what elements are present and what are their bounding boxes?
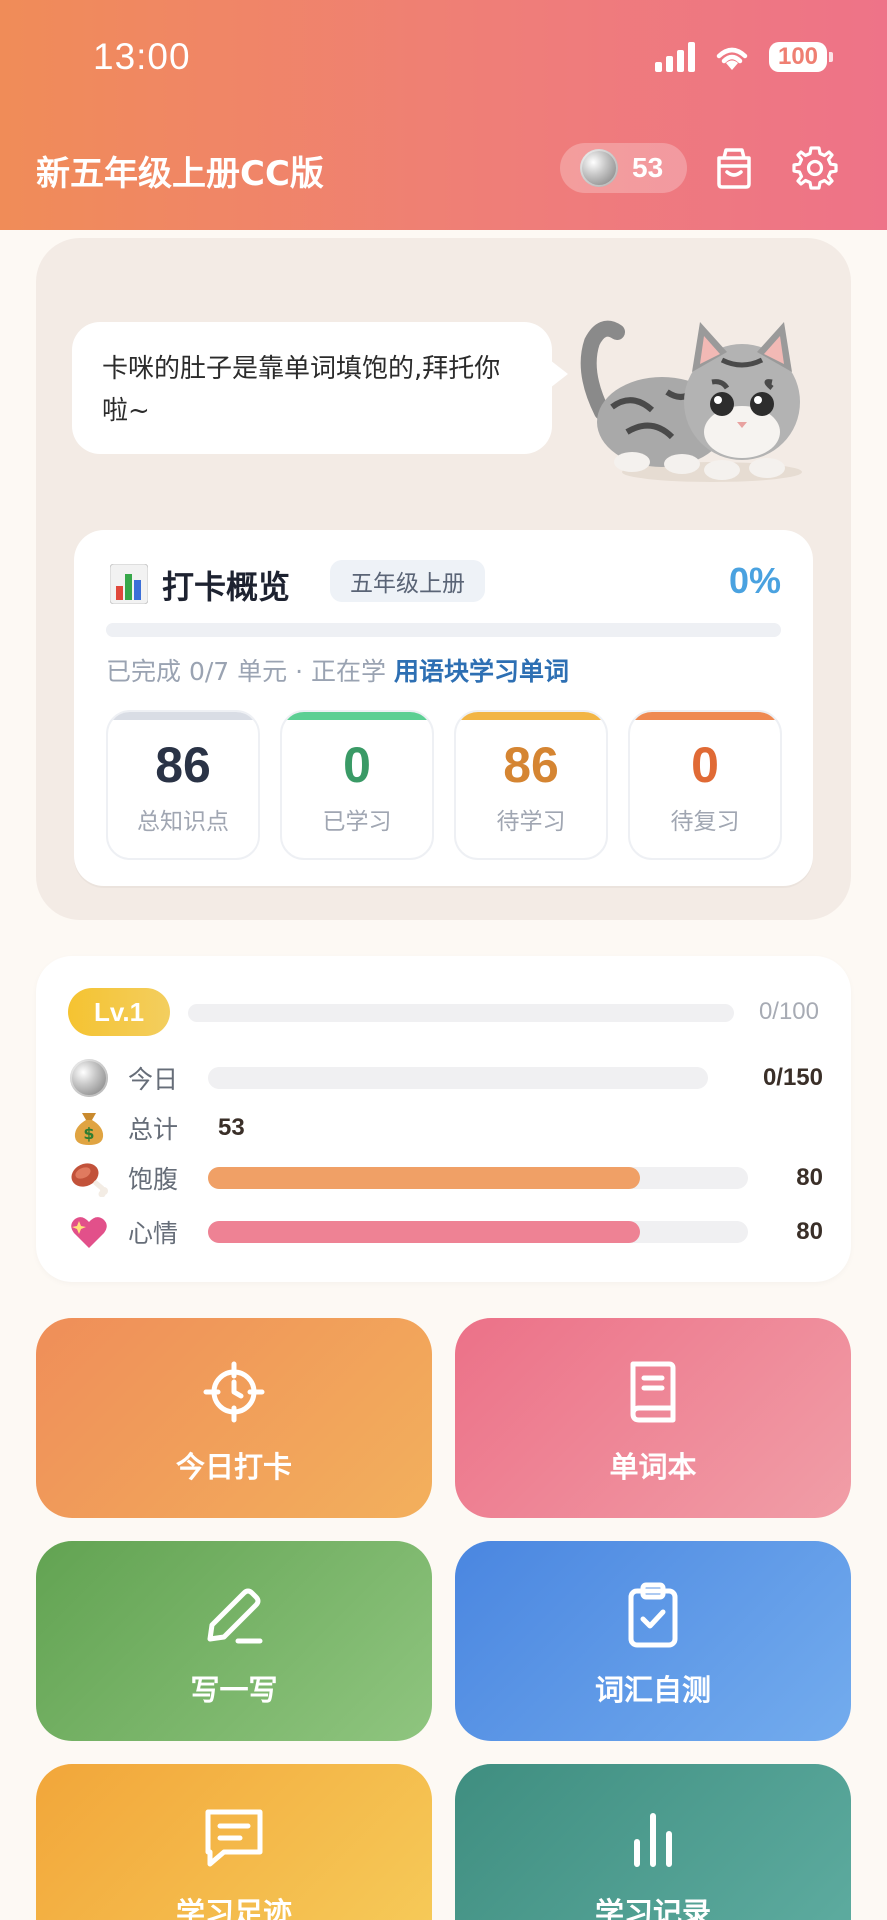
stat-learned[interactable]: 0 已学习	[280, 710, 434, 860]
app-title[interactable]: 新五年级上册CC版	[36, 146, 324, 195]
stat-label: 总知识点	[137, 809, 229, 835]
fullness-row: 饱腹 80	[68, 1154, 823, 1202]
tile-label: 词汇自测	[594, 1673, 711, 1707]
checkin-progress-bar	[106, 623, 781, 637]
pet-card: 卡咪的肚子是靠单词填饱的,拜托你啦~ 打卡概览 五年级上册 0% 已完成 0/7…	[36, 238, 851, 920]
stat-topbar	[456, 712, 606, 720]
mood-row: 心情 80	[68, 1208, 823, 1256]
tile-label: 单词本	[609, 1450, 697, 1484]
stat-topbar	[630, 712, 780, 720]
wordbook-button[interactable]: 单词本	[455, 1318, 851, 1518]
app-header: 13:00 100 新五年级上册CC版 53	[0, 0, 887, 230]
stat-label: 已学习	[322, 809, 392, 835]
bar-chart-icon	[634, 1813, 672, 1867]
row-label: 总计	[128, 1115, 179, 1144]
level-exp-bar	[188, 1004, 734, 1022]
row-label: 心情	[128, 1219, 179, 1248]
stat-value: 0	[691, 737, 719, 793]
row-value: 53	[218, 1114, 245, 1141]
stat-total[interactable]: 86 总知识点	[106, 710, 260, 860]
progress-summary: 已完成 0/7 单元 · 正在学	[106, 657, 386, 686]
row-value: 80	[796, 1164, 823, 1191]
shop-bag-icon[interactable]	[710, 144, 758, 192]
coin-count: 53	[632, 152, 664, 183]
learning-footprint-button[interactable]: 学习足迹	[36, 1764, 432, 1920]
status-time: 13:00	[93, 36, 191, 77]
daily-checkin-button[interactable]: 今日打卡	[36, 1318, 432, 1518]
stat-label: 待学习	[496, 809, 566, 835]
message-icon	[205, 1809, 263, 1867]
checkin-overview-card[interactable]: 打卡概览 五年级上册 0% 已完成 0/7 单元 · 正在学 用语块学习单词 8…	[74, 530, 813, 886]
level-exp-value: 0/100	[758, 998, 819, 1025]
stat-topbar	[108, 712, 258, 720]
vocab-self-test-button[interactable]: 词汇自测	[455, 1541, 851, 1741]
status-icons: 100	[655, 42, 833, 72]
current-unit-link[interactable]: 用语块学习单词	[394, 657, 569, 686]
coin-balance[interactable]: 53	[560, 143, 687, 193]
row-bar	[208, 1221, 748, 1243]
checkin-title: 打卡概览	[162, 568, 291, 606]
tile-label: 学习足迹	[175, 1896, 292, 1920]
tile-label: 学习记录	[594, 1896, 711, 1920]
clipboard-check-icon	[628, 1582, 678, 1648]
meat-icon	[68, 1157, 110, 1199]
row-value: 0/150	[762, 1064, 823, 1091]
row-label: 今日	[128, 1065, 179, 1094]
wifi-icon	[716, 47, 748, 70]
tile-label: 今日打卡	[175, 1450, 292, 1484]
learning-record-button[interactable]: 学习记录	[455, 1764, 851, 1920]
progress-text: 已完成 0/7 单元 · 正在学 用语块学习单词	[106, 652, 569, 688]
stat-label: 待复习	[670, 809, 740, 835]
stat-to-learn[interactable]: 86 待学习	[454, 710, 608, 860]
coin-today-row: 今日 0/150	[68, 1054, 823, 1102]
heart-icon	[68, 1211, 110, 1253]
battery-indicator: 100	[769, 42, 833, 72]
level-card: Lv.1 0/100 今日 0/150 $ 总计 53 饱腹 80 心情 80	[36, 956, 851, 1282]
bar-chart-emoji-icon	[110, 564, 148, 604]
book-icon	[630, 1361, 676, 1423]
tile-label: 写一写	[190, 1673, 278, 1707]
level-badge: Lv.1	[68, 988, 170, 1036]
checkin-percent: 0%	[728, 560, 781, 601]
stat-value: 86	[155, 737, 211, 793]
grade-tag: 五年级上册	[330, 560, 485, 602]
stat-value: 86	[503, 737, 559, 793]
pet-speech-bubble: 卡咪的肚子是靠单词填饱的,拜托你啦~	[72, 322, 568, 454]
stat-value: 0	[343, 737, 371, 793]
row-bar	[208, 1067, 708, 1089]
stat-to-review[interactable]: 0 待复习	[628, 710, 782, 860]
silver-coin-icon	[68, 1057, 110, 1099]
row-label: 饱腹	[128, 1165, 179, 1194]
coin-total-row: $ 总计 53	[68, 1104, 823, 1152]
stats-row: 86 总知识点 0 已学习 86 待学习 0 待复习	[106, 710, 782, 860]
row-bar-fill	[208, 1221, 640, 1243]
coin-icon	[580, 149, 618, 187]
write-practice-button[interactable]: 写一写	[36, 1541, 432, 1741]
row-bar-fill	[208, 1167, 640, 1189]
row-value: 80	[796, 1218, 823, 1245]
pen-icon	[207, 1588, 263, 1644]
row-bar	[208, 1167, 748, 1189]
settings-gear-icon[interactable]	[791, 144, 839, 192]
signal-icon	[655, 42, 695, 72]
svg-text:$: $	[83, 1124, 94, 1143]
money-bag-icon: $	[68, 1107, 110, 1149]
stat-topbar	[282, 712, 432, 720]
target-icon	[203, 1361, 265, 1423]
cat-pet-icon[interactable]	[572, 292, 822, 492]
